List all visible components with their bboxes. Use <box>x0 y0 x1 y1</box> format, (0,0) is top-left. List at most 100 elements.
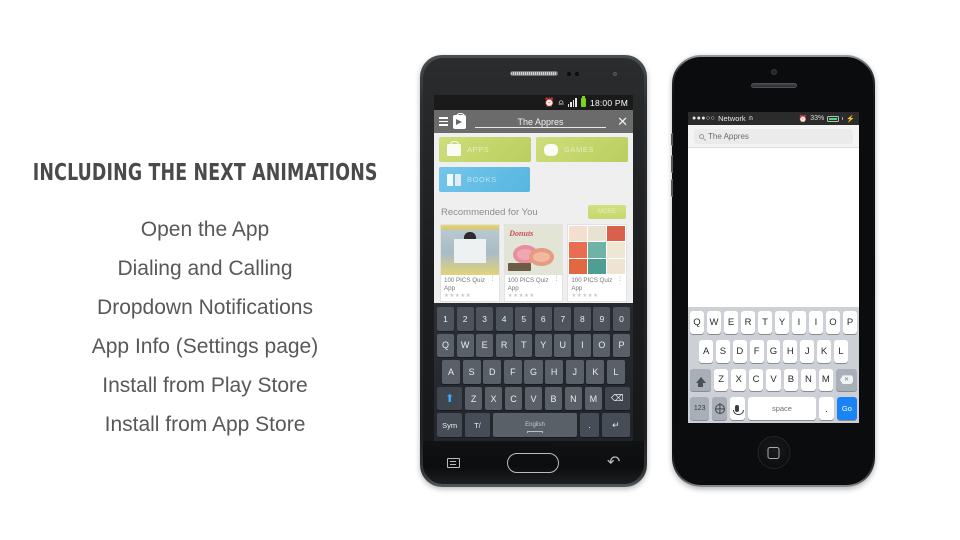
key-j[interactable]: J <box>800 339 815 363</box>
key-9[interactable]: 9 <box>593 307 611 331</box>
symbols-key[interactable]: Sym <box>437 413 463 437</box>
key-b[interactable]: B <box>783 368 799 392</box>
mute-switch[interactable] <box>671 133 673 146</box>
key-x[interactable]: X <box>731 368 746 392</box>
key-r[interactable]: R <box>741 311 755 334</box>
backspace-key[interactable]: ✕ <box>836 368 857 392</box>
overflow-icon[interactable]: ⋮ <box>490 276 496 282</box>
key-t[interactable]: T <box>758 311 772 334</box>
shift-key[interactable] <box>690 368 711 392</box>
key-w[interactable]: W <box>456 333 474 358</box>
key-a[interactable]: A <box>699 339 714 363</box>
key-o[interactable]: O <box>593 333 611 358</box>
play-store-icon[interactable] <box>453 112 466 129</box>
go-button[interactable]: Go <box>836 397 857 420</box>
enter-key[interactable]: ↵ <box>601 413 630 437</box>
key-8[interactable]: 8 <box>573 307 591 331</box>
key-i[interactable]: I <box>809 311 823 334</box>
overflow-icon[interactable]: ⋮ <box>553 276 559 282</box>
key-u[interactable]: U <box>554 333 572 358</box>
menu-icon[interactable] <box>446 457 460 468</box>
key-f[interactable]: F <box>749 339 764 363</box>
key-3[interactable]: 3 <box>476 307 494 331</box>
app-card[interactable]: 100 PICS Quiz App ⋮ ★★★★★ <box>440 224 500 302</box>
key-v[interactable]: V <box>766 368 781 392</box>
space-key[interactable]: English <box>492 413 578 437</box>
app-card[interactable]: Donuts 100 PICS Quiz App ⋮ ★★★★★ <box>503 224 564 302</box>
key-e[interactable]: E <box>724 311 738 334</box>
key-i[interactable]: I <box>573 333 591 358</box>
dictation-key[interactable] <box>730 397 745 420</box>
key-0[interactable]: 0 <box>612 307 630 331</box>
more-button[interactable]: MORE <box>588 205 626 219</box>
search-input[interactable]: The Appres <box>694 128 853 144</box>
key-2[interactable]: 2 <box>456 307 474 331</box>
key-t[interactable]: T <box>515 333 533 358</box>
key-f[interactable]: F <box>503 360 522 384</box>
key-q[interactable]: Q <box>437 333 455 358</box>
android-keyboard[interactable]: 1 2 3 4 5 6 7 8 9 0 Q W E R T Y U I O P … <box>434 303 633 441</box>
key-n[interactable]: N <box>801 368 816 392</box>
text-mode-key[interactable]: T/ <box>464 413 491 437</box>
key-q[interactable]: Q <box>690 311 704 334</box>
home-button[interactable] <box>757 436 790 469</box>
key-v[interactable]: V <box>524 386 543 411</box>
chip-books[interactable]: BOOKS <box>439 167 530 192</box>
volume-down-button[interactable] <box>671 179 673 197</box>
key-y[interactable]: Y <box>775 311 789 334</box>
globe-key[interactable] <box>712 397 728 420</box>
home-icon[interactable] <box>507 452 560 473</box>
back-icon[interactable]: ↷ <box>607 454 620 471</box>
key-4[interactable]: 4 <box>495 307 513 331</box>
key-n[interactable]: N <box>564 386 583 411</box>
key-z[interactable]: Z <box>464 386 483 411</box>
key-p[interactable]: P <box>612 333 630 358</box>
key-z[interactable]: Z <box>713 368 729 392</box>
key-d[interactable]: D <box>483 360 502 384</box>
key-s[interactable]: S <box>462 360 481 384</box>
chip-games[interactable]: GAMES <box>536 137 628 162</box>
key-7[interactable]: 7 <box>554 307 572 331</box>
key-d[interactable]: D <box>732 339 747 363</box>
key-u[interactable]: I <box>792 311 806 334</box>
key-j[interactable]: J <box>565 360 584 384</box>
backspace-key[interactable]: ⌫ <box>604 386 630 411</box>
key-h[interactable]: H <box>783 339 798 363</box>
key-o[interactable]: O <box>826 311 840 334</box>
key-s[interactable]: S <box>716 339 730 363</box>
key-m[interactable]: M <box>818 368 834 392</box>
key-g[interactable]: G <box>524 360 543 384</box>
key-c[interactable]: C <box>748 368 764 392</box>
key-k[interactable]: K <box>586 360 605 384</box>
key-r[interactable]: R <box>495 333 513 358</box>
key-m[interactable]: M <box>584 386 603 411</box>
key-e[interactable]: E <box>476 333 494 358</box>
period-key[interactable]: . <box>819 397 834 420</box>
space-key[interactable]: space <box>747 397 817 420</box>
shift-key[interactable]: ⬆ <box>437 386 463 411</box>
key-l[interactable]: L <box>606 360 625 384</box>
key-g[interactable]: G <box>766 339 781 363</box>
key-1[interactable]: 1 <box>437 307 455 331</box>
key-p[interactable]: P <box>843 311 857 334</box>
app-card[interactable]: 100 PICS Quiz App ⋮ ★★★★★ <box>567 224 628 302</box>
chip-apps[interactable]: APPS <box>439 137 531 162</box>
key-y[interactable]: Y <box>534 333 552 358</box>
key-k[interactable]: K <box>817 339 831 363</box>
key-6[interactable]: 6 <box>534 307 552 331</box>
period-key[interactable]: . <box>579 413 600 437</box>
overflow-icon[interactable]: ⋮ <box>617 276 623 282</box>
search-input[interactable]: The Appres <box>471 117 610 128</box>
key-c[interactable]: C <box>504 386 523 411</box>
numbers-key[interactable]: 123 <box>690 397 710 420</box>
key-x[interactable]: X <box>484 386 503 411</box>
key-5[interactable]: 5 <box>515 307 533 331</box>
key-w[interactable]: W <box>707 311 721 334</box>
key-l[interactable]: L <box>833 339 848 363</box>
key-b[interactable]: B <box>544 386 563 411</box>
close-icon[interactable]: ✕ <box>617 115 628 128</box>
key-a[interactable]: A <box>442 360 461 384</box>
volume-up-button[interactable] <box>671 155 673 173</box>
key-h[interactable]: H <box>545 360 564 384</box>
hamburger-icon[interactable] <box>439 117 448 126</box>
